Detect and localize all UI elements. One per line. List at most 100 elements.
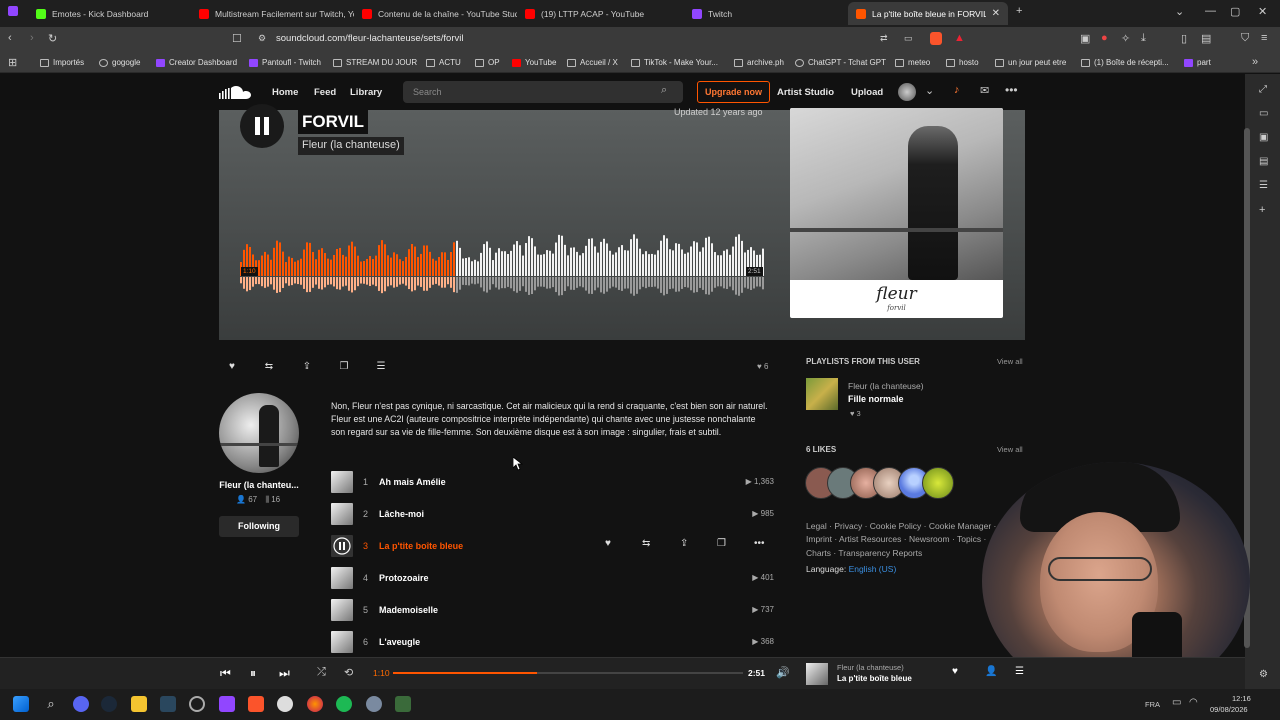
artist-avatar[interactable]: [219, 393, 299, 473]
upgrade-button[interactable]: Upgrade now: [697, 81, 770, 103]
player-track[interactable]: La p'tite boîte bleue: [837, 674, 912, 683]
pause-button[interactable]: [240, 104, 284, 148]
download-icon[interactable]: ⤓: [1141, 32, 1146, 45]
bookmark-item[interactable]: OP: [475, 58, 500, 67]
sidebar-playlist-name[interactable]: Fille normale: [848, 394, 904, 404]
messages-icon[interactable]: ✉: [980, 84, 989, 97]
file-explorer-icon[interactable]: [131, 696, 147, 712]
track-thumbnail[interactable]: [331, 599, 353, 621]
progress-track[interactable]: [393, 672, 743, 674]
nav-feed[interactable]: Feed: [314, 87, 336, 98]
minimize-icon[interactable]: —: [1205, 5, 1216, 17]
repeat-icon[interactable]: ⟲: [344, 666, 353, 679]
track-row[interactable]: 1 Ah mais Amélie ▶ 1,363: [331, 471, 776, 495]
sidebar-tool-icon[interactable]: ☰: [1259, 180, 1268, 191]
track-row[interactable]: 6 L'aveugle ▶ 368: [331, 631, 776, 655]
playlist-thumbnail[interactable]: [806, 378, 838, 410]
track-copy-icon[interactable]: ❐: [717, 538, 726, 549]
sidebar-tool-icon[interactable]: ▤: [1259, 156, 1268, 167]
queue-icon[interactable]: ☰: [1015, 666, 1024, 677]
clock-date[interactable]: 09/08/2026: [1210, 705, 1248, 714]
wallet-icon[interactable]: ▤: [1201, 32, 1211, 45]
share-icon[interactable]: ⇪: [295, 358, 319, 376]
steam-icon[interactable]: [160, 696, 176, 712]
bookmark-item[interactable]: ACTU: [426, 58, 461, 67]
track-title[interactable]: La p'tite boîte bleue: [379, 541, 463, 551]
followers-count[interactable]: 67: [248, 495, 257, 504]
apps-icon[interactable]: ⊞: [8, 56, 17, 69]
firefox-icon[interactable]: [307, 696, 323, 712]
bookmark-item[interactable]: ChatGPT - Tchat GPT: [795, 58, 886, 67]
sidebar-tool-icon[interactable]: ▣: [1259, 132, 1268, 143]
track-row[interactable]: 5 Mademoiselle ▶ 737: [331, 599, 776, 623]
settings-icon[interactable]: ⚙: [1259, 669, 1268, 680]
discord-icon[interactable]: [73, 696, 89, 712]
bookmark-item[interactable]: (1) Boîte de récepti...: [1081, 58, 1169, 67]
forward-icon[interactable]: ›: [30, 32, 34, 44]
like-icon[interactable]: ♥: [220, 358, 244, 376]
copy-link-icon[interactable]: ❐: [332, 358, 356, 376]
tab-multistream[interactable]: Multistream Facilement sur Twitch, Yo: [191, 2, 354, 25]
steam-icon[interactable]: [101, 696, 117, 712]
tab-list-icon[interactable]: ⌄: [1175, 5, 1184, 18]
view-all-likes-link[interactable]: View all: [997, 445, 1023, 454]
extension-icon[interactable]: ▣: [1080, 32, 1090, 45]
pause-icon[interactable]: ⏸: [250, 666, 256, 681]
liker-avatar[interactable]: [922, 467, 954, 499]
url-field[interactable]: soundcloud.com/fleur-lachanteuse/sets/fo…: [276, 33, 463, 44]
bookmark-item[interactable]: part: [1184, 58, 1211, 67]
player-artist[interactable]: Fleur (la chanteuse): [837, 663, 904, 672]
windows-start-icon[interactable]: [13, 696, 29, 712]
cast-icon[interactable]: ▭: [904, 33, 913, 44]
language-indicator[interactable]: FRA: [1145, 700, 1160, 709]
track-title[interactable]: Lâche-moi: [379, 509, 424, 519]
user-avatar[interactable]: [898, 83, 916, 101]
obs-icon[interactable]: [277, 696, 293, 712]
bookmark-item[interactable]: archive.ph: [734, 58, 784, 67]
search-input[interactable]: Search ⌕: [403, 81, 683, 103]
bookmark-item[interactable]: TikTok - Make Your...: [631, 58, 718, 67]
volume-icon[interactable]: 🔊: [776, 666, 790, 679]
brave-shield-icon[interactable]: [930, 32, 942, 45]
more-bookmarks-icon[interactable]: »: [1252, 56, 1258, 68]
site-info-icon[interactable]: ⚙: [258, 33, 266, 44]
add-icon[interactable]: +: [1259, 204, 1265, 216]
chevron-down-icon[interactable]: ⌄: [925, 84, 934, 97]
track-title[interactable]: Mademoiselle: [379, 605, 438, 615]
brave-rewards-icon[interactable]: ▲: [954, 32, 965, 44]
bookmark-item[interactable]: meteo: [895, 58, 930, 67]
following-button[interactable]: Following: [219, 516, 299, 537]
bookmark-item[interactable]: Creator Dashboard: [156, 58, 237, 67]
soundcloud-logo-icon[interactable]: [219, 85, 251, 99]
browser-menu-icon[interactable]: [8, 6, 18, 16]
footer-links-row[interactable]: Imprint · Artist Resources · Newsroom · …: [806, 533, 1006, 546]
settings-icon[interactable]: [366, 696, 382, 712]
bookmark-item[interactable]: un jour peut etre: [995, 58, 1066, 67]
bookmark-item[interactable]: gogogle: [99, 58, 140, 67]
track-share-icon[interactable]: ⇪: [680, 538, 688, 549]
waveform[interactable]: [240, 232, 765, 296]
tab-lttp[interactable]: (19) LTTP ACAP - YouTube: [517, 2, 680, 25]
add-to-queue-icon[interactable]: ☰: [369, 358, 393, 376]
track-like-icon[interactable]: ♥: [605, 538, 611, 549]
track-thumbnail[interactable]: [331, 535, 353, 557]
nav-upload[interactable]: Upload: [851, 87, 883, 98]
network-icon[interactable]: ▭: [1172, 697, 1181, 708]
track-thumbnail[interactable]: [331, 503, 353, 525]
previous-icon[interactable]: ⏮: [220, 666, 231, 681]
new-tab-icon[interactable]: +: [1016, 5, 1022, 17]
track-title[interactable]: Ah mais Amélie: [379, 477, 446, 487]
app-icon[interactable]: [395, 696, 411, 712]
search-icon[interactable]: ⌕: [43, 696, 59, 712]
translate-icon[interactable]: ⇄: [880, 33, 888, 44]
track-title[interactable]: L'aveugle: [379, 637, 420, 647]
track-repost-icon[interactable]: ⇆: [642, 538, 650, 549]
language-link[interactable]: English (US): [849, 564, 897, 574]
bookmark-item[interactable]: YouTube: [512, 58, 556, 67]
sidebar-tool-icon[interactable]: ⤢: [1259, 84, 1267, 95]
spotify-icon[interactable]: [336, 696, 352, 712]
sidebar-icon[interactable]: ▯: [1181, 32, 1187, 45]
artist-name[interactable]: Fleur (la chanteu...: [214, 480, 304, 490]
repost-icon[interactable]: ⇆: [257, 358, 281, 376]
tab-twitch[interactable]: Twitch: [684, 2, 847, 25]
